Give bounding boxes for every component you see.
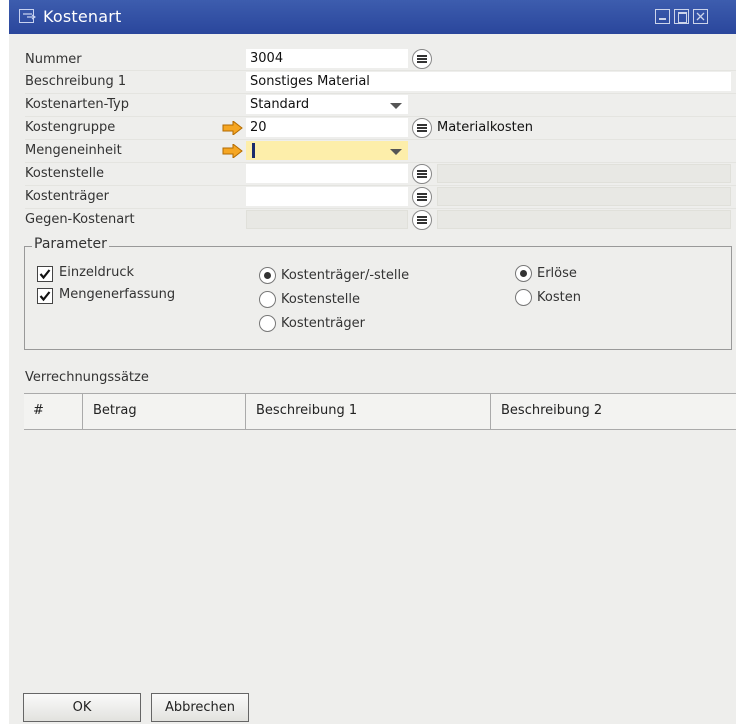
- rates-table-header: # Betrag Beschreibung 1 Beschreibung 2: [24, 393, 736, 430]
- kostengruppe-list-icon[interactable]: [412, 118, 432, 138]
- text-cursor: [252, 143, 255, 158]
- minimize-icon[interactable]: [655, 9, 670, 24]
- kostengruppe-field[interactable]: 20: [246, 118, 408, 137]
- beschreibung1-field[interactable]: Sonstiges Material: [246, 72, 731, 91]
- column-header-number[interactable]: #: [24, 394, 83, 429]
- kostenstelle-radio-label: Kostenstelle: [281, 292, 361, 307]
- kostengruppe-label: Kostengruppe: [25, 120, 116, 135]
- row-separator: [25, 208, 736, 209]
- kosten-radio[interactable]: [515, 289, 532, 306]
- ok-button[interactable]: OK: [23, 693, 141, 722]
- column-header-betrag[interactable]: Betrag: [83, 394, 246, 429]
- kostentraeger-list-icon[interactable]: [412, 187, 432, 207]
- gegen-kostenart-label: Gegen-Kostenart: [25, 212, 135, 227]
- form-icon: [19, 9, 37, 24]
- required-arrow-icon: [222, 119, 244, 137]
- mengeneinheit-select[interactable]: [246, 141, 408, 160]
- column-header-beschreibung2[interactable]: Beschreibung 2: [491, 394, 736, 429]
- kostenstelle-field[interactable]: [246, 164, 408, 183]
- close-icon[interactable]: [693, 9, 708, 24]
- gegen-kostenart-field[interactable]: [246, 210, 408, 229]
- rates-table[interactable]: # Betrag Beschreibung 1 Beschreibung 2: [24, 393, 736, 683]
- maximize-icon[interactable]: [674, 9, 689, 24]
- title-bar[interactable]: Kostenart: [9, 0, 736, 34]
- kostentraeger-label: Kostenträger: [25, 189, 109, 204]
- cancel-button[interactable]: Abbrechen: [151, 693, 249, 722]
- nummer-field[interactable]: 3004: [246, 49, 408, 68]
- chevron-down-icon[interactable]: [390, 149, 402, 155]
- rates-section-title: Verrechnungssätze: [25, 370, 149, 385]
- beschreibung1-label: Beschreibung 1: [25, 74, 127, 89]
- mengenerfassung-label: Mengenerfassung: [59, 287, 176, 302]
- kostenstelle-radio[interactable]: [259, 291, 276, 308]
- einzeldruck-checkbox[interactable]: [37, 266, 53, 282]
- gegen-kostenart-list-icon[interactable]: [412, 210, 432, 230]
- kostenstelle-list-icon[interactable]: [412, 164, 432, 184]
- nummer-label: Nummer: [25, 52, 82, 67]
- column-header-beschreibung1[interactable]: Beschreibung 1: [246, 394, 491, 429]
- kostenart-window: Kostenart Nummer 3004 Beschreibung 1 Son…: [9, 0, 736, 724]
- kostenstelle-label: Kostenstelle: [25, 166, 105, 181]
- kosten-label: Kosten: [537, 290, 581, 305]
- kostentraeger-radio-label: Kostenträger: [281, 316, 365, 331]
- kostenarten-typ-label: Kostenarten-Typ: [25, 97, 129, 112]
- kostentraeger-stelle-radio[interactable]: [259, 267, 276, 284]
- mengenerfassung-checkbox[interactable]: [37, 288, 53, 304]
- parameter-group-title: Parameter: [32, 236, 109, 252]
- window-title: Kostenart: [43, 7, 122, 26]
- row-separator: [25, 162, 736, 163]
- gegen-kostenart-description: [437, 210, 731, 229]
- kostentraeger-field[interactable]: [246, 187, 408, 206]
- einzeldruck-label: Einzeldruck: [59, 265, 135, 280]
- kostentraeger-stelle-label: Kostenträger/-stelle: [281, 268, 410, 283]
- row-separator: [25, 116, 736, 117]
- row-separator: [25, 185, 736, 186]
- nummer-list-icon[interactable]: [412, 49, 432, 69]
- erloese-radio[interactable]: [515, 265, 532, 282]
- row-separator: [25, 70, 736, 71]
- chevron-down-icon[interactable]: [390, 103, 402, 109]
- kostentraeger-description: [437, 187, 731, 206]
- required-arrow-icon: [222, 142, 244, 160]
- row-separator: [25, 93, 736, 94]
- kostengruppe-description: Materialkosten: [437, 120, 533, 135]
- erloese-label: Erlöse: [537, 266, 577, 281]
- row-separator: [25, 139, 736, 140]
- kostentraeger-radio[interactable]: [259, 315, 276, 332]
- kostenstelle-description: [437, 164, 731, 183]
- mengeneinheit-label: Mengeneinheit: [25, 143, 122, 158]
- kostenarten-typ-select[interactable]: Standard: [246, 95, 408, 114]
